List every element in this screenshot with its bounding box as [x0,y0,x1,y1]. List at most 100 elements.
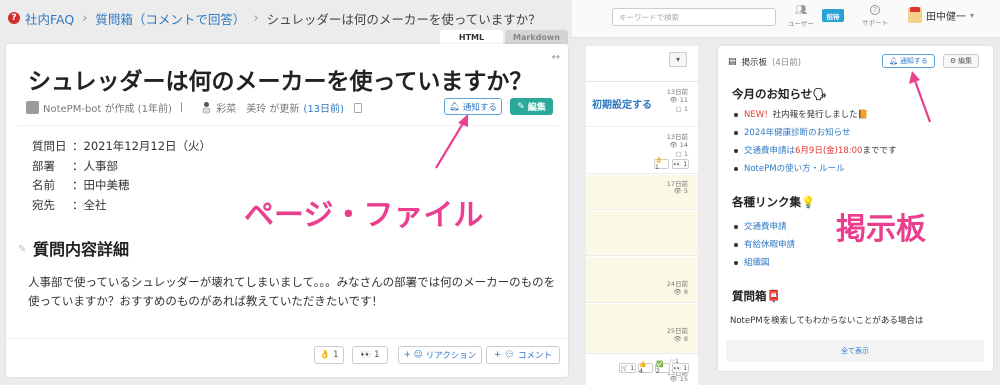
links-heading: 各種リンク集💡 [732,195,816,209]
link-item[interactable]: 交通費申請 [734,218,795,236]
reaction-chip[interactable]: 👌 1 [654,157,669,171]
page-list-panel: ▾ 13日前 👁︎ 11 ▢ 1 初期設定する 13日前 👁︎ 14 ▢ 1 👌… [586,46,698,385]
list-item-title[interactable]: 初期設定する [592,96,652,111]
edit-label: 編集 [527,103,546,113]
add-comment-button[interactable]: + 💬︎ コメント [486,346,560,364]
breadcrumb-separator-icon: › [253,10,259,26]
info-row: 質問日 ： 2021年12月12日（火） [32,137,211,157]
row-comments: ▢ 1 [675,150,688,158]
users-label: ユーザー [788,20,814,28]
news-heading: 今月のお知らせ🗣 [732,87,827,101]
board-icon: ▤ [728,57,737,67]
divider [6,338,568,339]
list-item[interactable]: 13日前 👁︎ 14 ▢ 1 👌 1 👀 1 [586,128,698,174]
row-date: 13日前 [666,88,688,96]
views-count: 15 [679,375,688,383]
users-menu[interactable]: 👥︎ ユーザー [788,5,814,28]
info-value: 田中美穂 [83,178,130,192]
clipboard-icon[interactable] [353,102,362,113]
reaction-chip[interactable]: 👍 4 [638,361,653,375]
row-views: 👁︎ 8 [673,335,688,343]
expand-icon[interactable]: ↔ [552,52,560,63]
info-key: 宛先 [32,197,55,212]
reaction-chip[interactable]: 👀 1 [672,363,689,373]
info-key: 部署 [32,158,55,173]
board-updated: (4日前) [772,58,802,68]
meta-separator: | [179,102,184,113]
board-title: 掲示板 [741,58,768,68]
annotation-arrow-icon [435,114,468,169]
user-avatar [201,101,212,114]
reaction-chip[interactable]: ✅ 2 [655,361,670,375]
board-edit-button[interactable]: ⚙ 編集 [943,54,979,68]
list-item[interactable] [586,211,698,256]
news-item[interactable]: NEW！社内報を発行しました📙 [734,106,896,124]
list-item[interactable]: 24日前 👁︎ 8 [586,257,698,303]
section-heading-text: 質問内容詳細 [33,240,130,259]
reaction-chip[interactable]: 🛒 1 [619,363,636,373]
news-item[interactable]: NotePMの使い方・ルール [734,160,896,178]
edit-button[interactable]: ✎ 編集 [510,98,553,115]
pencil-icon: ✎ [517,101,525,112]
updater-text: 彩菜 美玲 が更新 [216,104,300,115]
tab-html[interactable]: HTML [440,30,503,44]
reaction-chip[interactable]: 👀 1 [672,159,689,169]
question-info: 質問日： 2021年12月12日（火） 部署：人事部 名前：田中美穂 宛先：全社 [32,137,211,215]
add-reaction-button[interactable]: + ☺ リアクション [398,346,482,364]
info-value: 全社 [83,197,107,212]
row-views: 👁︎ 8 [673,288,688,296]
link-item[interactable]: 組織図 [734,254,795,272]
reaction-count: 1 [333,350,339,360]
news-item[interactable]: 2024年健康診断のお知らせ [734,124,896,142]
links-list: 交通費申請 有給休暇申請 組織図 [734,218,795,272]
info-sep: ： [72,139,84,153]
info-key: 質問日 [32,139,67,153]
reaction-ok-button[interactable]: 👌 1 [314,346,344,364]
notify-label: 通知する [899,57,928,65]
show-all-button[interactable]: 全て表示 [726,340,984,362]
user-menu[interactable]: 田中健一 ▾ [908,7,974,23]
row-date: 13日前 [666,133,688,141]
annotation-arrow-icon [909,71,932,123]
tab-markdown[interactable]: Markdown [505,30,568,44]
views-count: 14 [679,141,688,149]
search-input[interactable]: キーワードで検索 [612,8,776,26]
chevron-down-icon: ▾ [970,10,975,20]
ok-hand-icon: 👌 [319,350,331,360]
user-avatar-icon [908,7,922,23]
qbox-text: NotePMを検索してもわからないことがある場合は [730,316,924,326]
list-item[interactable]: 17日前 👁︎ 5 [586,175,698,210]
info-sep: ： [72,197,84,212]
invite-button[interactable]: 招待 [822,9,844,22]
board-header: ▤ 掲示板 (4日前) [728,56,801,68]
info-row: 部署 ：人事部 [32,157,211,177]
news-item[interactable]: 交通費申請は6月9日(金)18:00までです [734,142,896,160]
gear-icon: ⚙ [949,57,957,65]
support-menu[interactable]: ? サポート [862,5,888,27]
list-item[interactable]: 25日前 👁︎ 8 [586,304,698,354]
body-line: 使っていますか？おすすめのものがあれば教えていただきたいです！ [28,294,384,308]
bell-icon: 🔔︎ [889,57,898,65]
board-notify-button[interactable]: 🔔︎ 通知する [882,54,935,68]
row-views: 👁︎ 14 [669,141,688,149]
comment-icon: 💬︎ [504,350,515,360]
row-date: 25日前 [666,327,688,335]
smile-icon: ☺ [413,350,423,360]
breadcrumb-current: シュレッダーは何のメーカーを使っていますか？ [266,11,541,27]
list-toolbar: ▾ [586,46,698,82]
edit-label: 編集 [958,57,973,65]
reaction-eyes-button[interactable]: 👀 1 [352,346,388,364]
annotation-board: 掲示板 [836,212,926,247]
news-list: NEW！社内報を発行しました📙 2024年健康診断のお知らせ 交通費申請は6月9… [734,106,896,178]
breadcrumb-separator-icon: › [82,10,88,26]
row-views: 👁︎ 15 [669,375,688,383]
info-value: 2021年12月12日（火） [83,139,212,153]
faq-question-icon: ? [8,12,20,24]
sort-dropdown[interactable]: ▾ [669,52,687,67]
page-meta: NotePM-bot が作成 (1年前) | 彩菜 美玲 が更新 (13日前) [26,100,362,115]
breadcrumb-folder-link[interactable]: 質問箱（コメントで回答） [95,9,245,28]
link-item[interactable]: 有給休暇申請 [734,236,795,254]
comment-label: コメント [517,351,552,361]
breadcrumb-root-link[interactable]: 社内FAQ [25,9,74,28]
heading-edit-icon[interactable]: ✎ [18,244,27,255]
